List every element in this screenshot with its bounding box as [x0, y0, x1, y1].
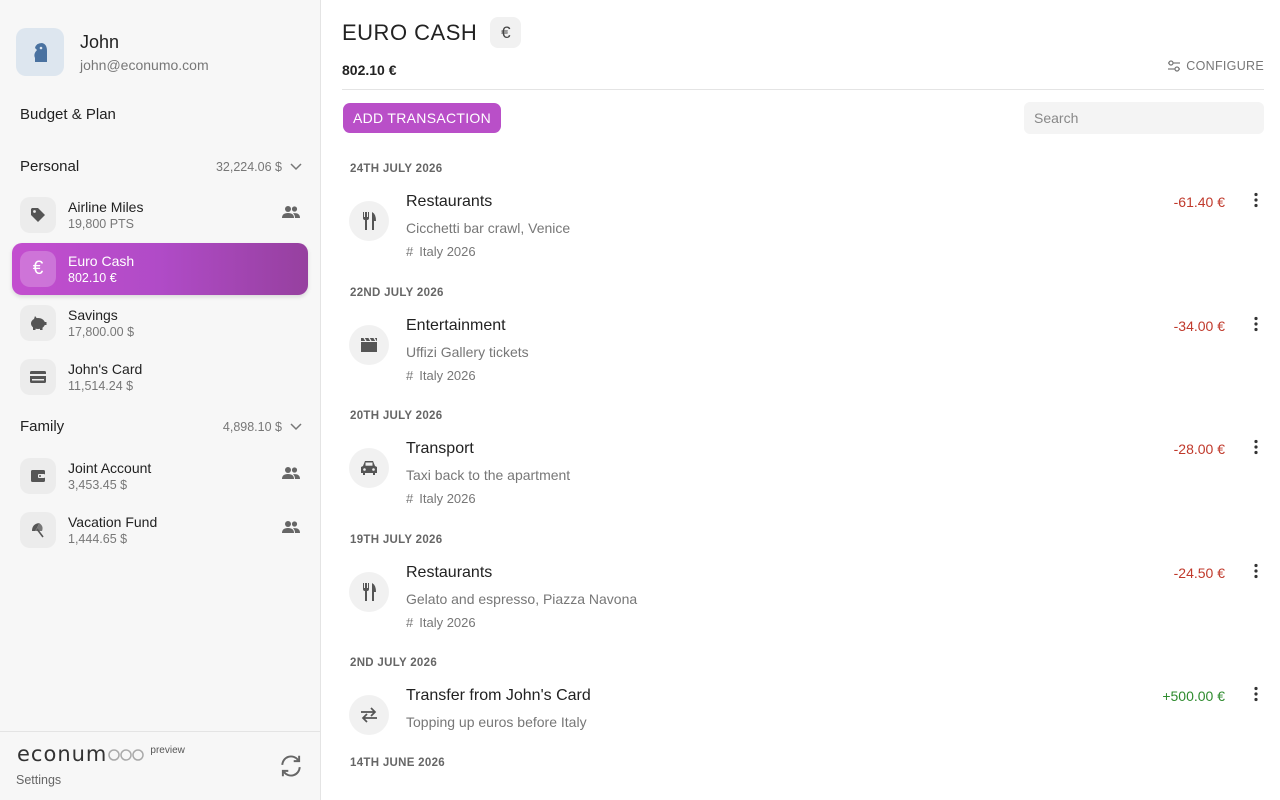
transaction-category: Entertainment: [406, 317, 506, 334]
hash-icon: #: [406, 368, 414, 383]
group-name: Personal: [20, 158, 80, 175]
account-balance: 11,514.24 $: [68, 378, 134, 393]
account-airline-miles[interactable]: Airline Miles 19,800 PTS: [12, 189, 308, 241]
configure-label: CONFIGURE: [1186, 59, 1264, 73]
transaction-description: Taxi back to the apartment: [406, 467, 571, 483]
more-vertical-icon[interactable]: [1253, 563, 1259, 579]
sidebar: John john@econumo.com Budget & Plan Pers…: [0, 0, 321, 800]
sliders-icon: [1168, 60, 1181, 72]
transaction-description: Uffizi Gallery tickets: [406, 344, 529, 360]
user-email: john@econumo.com: [80, 57, 209, 73]
wallet-icon: [20, 458, 56, 494]
account-name: Savings: [68, 306, 118, 323]
sync-icon[interactable]: [278, 753, 304, 779]
transaction-amount: -61.40 €: [1173, 194, 1225, 210]
user-profile[interactable]: John john@econumo.com: [16, 28, 209, 76]
add-transaction-button[interactable]: ADD TRANSACTION: [343, 103, 502, 133]
account-savings[interactable]: Savings 17,800.00 $: [12, 297, 308, 349]
date-header: 19TH JULY 2026: [350, 534, 443, 546]
brand-logo: econum preview: [17, 742, 185, 766]
fork-knife-icon: [349, 572, 389, 612]
transfer-arrows-icon: [349, 695, 389, 735]
transaction-description: Gelato and espresso, Piazza Navona: [406, 591, 638, 607]
transaction-description: Topping up euros before Italy: [406, 714, 587, 730]
group-total: 4,898.10 $: [222, 419, 282, 434]
shared-users-icon: [282, 521, 300, 533]
shared-users-icon: [282, 206, 300, 218]
logo-circles-icon: [108, 749, 145, 761]
account-vacation-fund[interactable]: Vacation Fund 1,444.65 $: [12, 504, 308, 556]
account-name: Vacation Fund: [68, 513, 158, 530]
budget-plan-link[interactable]: Budget & Plan: [20, 106, 116, 123]
configure-button[interactable]: CONFIGURE: [1167, 59, 1264, 73]
account-balance: 17,800.00 $: [68, 324, 135, 339]
settings-link[interactable]: Settings: [16, 773, 61, 787]
transaction-amount: -34.00 €: [1173, 318, 1225, 334]
transaction-tag: # Italy 2026: [406, 491, 476, 506]
avatar: [16, 28, 64, 76]
account-balance: 802.10 €: [68, 270, 117, 285]
account-name: John's Card: [68, 360, 143, 377]
currency-chip[interactable]: €: [490, 17, 522, 48]
date-header: 14TH JUNE 2026: [350, 757, 445, 769]
transaction-category: Transport: [406, 440, 474, 457]
transaction-tag: # Italy 2026: [406, 368, 476, 383]
account-name: Airline Miles: [68, 198, 144, 215]
account-balance: 3,453.45 $: [68, 477, 128, 492]
shared-users-icon: [282, 467, 300, 479]
date-header: 24TH JULY 2026: [350, 163, 443, 175]
transaction-tag: # Italy 2026: [406, 244, 476, 259]
transaction-description: Cicchetti bar crawl, Venice: [406, 220, 571, 236]
clapperboard-icon: [349, 325, 389, 365]
more-vertical-icon[interactable]: [1253, 316, 1259, 332]
transaction-category: Transfer from John's Card: [406, 687, 591, 704]
main-content: EURO CASH € 802.10 € CONFIGURE ADD TRANS…: [321, 0, 1280, 800]
group-total: 32,224.06 $: [215, 159, 282, 174]
chevron-down-icon: [290, 422, 302, 430]
more-vertical-icon[interactable]: [1253, 686, 1259, 702]
transaction-amount: +500.00 €: [1162, 688, 1225, 704]
account-balance-total: 802.10 €: [342, 62, 397, 78]
group-name: Family: [20, 418, 65, 435]
sidebar-footer: econum preview Settings: [0, 731, 320, 800]
account-balance: 1,444.65 $: [68, 531, 128, 546]
account-balance: 19,800 PTS: [68, 216, 135, 231]
preview-badge: preview: [150, 745, 185, 756]
credit-card-icon: [20, 359, 56, 395]
account-johns-card[interactable]: John's Card 11,514.24 $: [12, 351, 308, 403]
car-icon: [349, 448, 389, 488]
account-name: Euro Cash: [68, 252, 135, 269]
transaction-category: Restaurants: [406, 193, 493, 210]
date-header: 2ND JULY 2026: [350, 657, 438, 669]
transaction-category: Restaurants: [406, 564, 493, 581]
header-divider: [342, 89, 1264, 90]
more-vertical-icon[interactable]: [1253, 439, 1259, 455]
transaction-amount: -24.50 €: [1173, 565, 1225, 581]
account-name: Joint Account: [68, 459, 152, 476]
euro-icon: €: [20, 251, 56, 287]
chess-knight-icon: [34, 43, 47, 62]
account-joint-account[interactable]: Joint Account 3,453.45 $: [12, 450, 308, 502]
transaction-tag: # Italy 2026: [406, 615, 476, 630]
transaction-amount: -28.00 €: [1173, 441, 1225, 457]
page-title: EURO CASH: [342, 19, 478, 45]
hash-icon: #: [406, 244, 414, 259]
hash-icon: #: [406, 615, 414, 630]
chevron-down-icon: [290, 162, 302, 170]
user-name: John: [80, 32, 120, 52]
more-vertical-icon[interactable]: [1253, 192, 1259, 208]
date-header: 20TH JULY 2026: [350, 410, 443, 422]
search-input[interactable]: [1024, 102, 1264, 134]
account-euro-cash[interactable]: € Euro Cash 802.10 €: [12, 243, 308, 295]
piggy-bank-icon: [20, 305, 56, 341]
group-header-family[interactable]: Family 4,898.10 $: [20, 418, 302, 435]
hash-icon: #: [406, 491, 414, 506]
beach-umbrella-icon: [20, 512, 56, 548]
fork-knife-icon: [349, 201, 389, 241]
date-header: 22ND JULY 2026: [350, 287, 444, 299]
tag-icon: [20, 197, 56, 233]
group-header-personal[interactable]: Personal 32,224.06 $: [20, 158, 302, 175]
